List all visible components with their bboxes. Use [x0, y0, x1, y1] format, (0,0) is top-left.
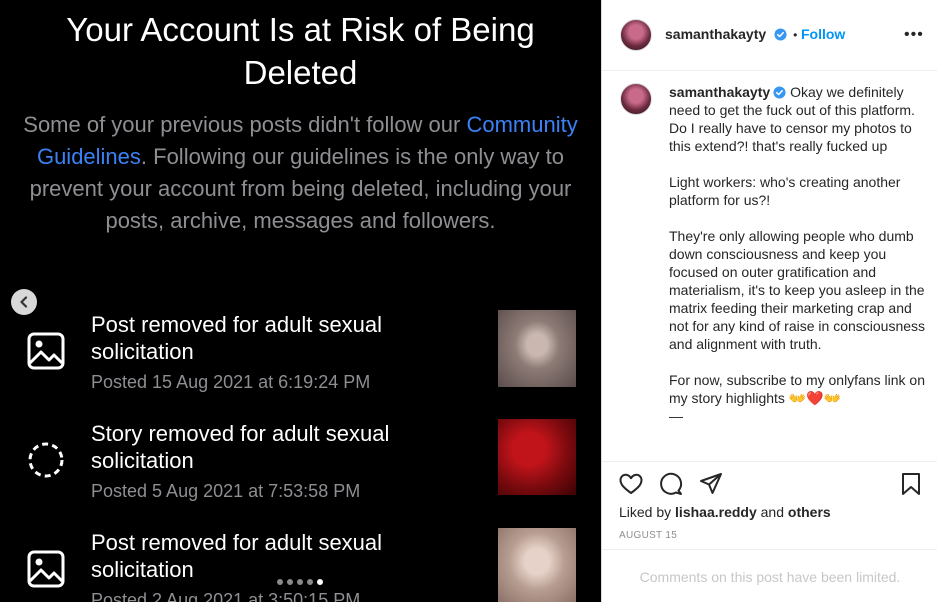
carousel-dot[interactable]: [277, 579, 283, 585]
carousel-dot-active[interactable]: [317, 579, 323, 585]
verified-badge-icon: [774, 28, 787, 41]
avatar[interactable]: [620, 19, 652, 51]
post-date: AUGUST 15: [619, 530, 678, 541]
carousel-dot[interactable]: [287, 579, 293, 585]
post-image: Your Account Is at Risk of Being Deleted…: [0, 0, 601, 602]
liked-by-user-link[interactable]: lishaa.reddy: [675, 504, 757, 520]
removed-item-thumbnail: [498, 419, 576, 495]
carousel-dot[interactable]: [297, 579, 303, 585]
follow-button[interactable]: Follow: [801, 26, 845, 42]
notice-body: Some of your previous posts didn't follo…: [18, 109, 583, 237]
removed-item-thumbnail: [498, 310, 576, 387]
image-icon: [27, 332, 65, 370]
header-separator: •: [793, 28, 798, 42]
removed-item-thumbnail: [498, 528, 576, 602]
bookmark-icon[interactable]: [898, 471, 924, 497]
verified-badge-icon: [773, 86, 786, 99]
removed-item-date: Posted 15 Aug 2021 at 6:19:24 PM: [91, 372, 371, 392]
removed-item-title: Story removed for adult sexual solicitat…: [91, 421, 390, 473]
removed-item-date: Posted 5 Aug 2021 at 7:53:58 PM: [91, 481, 361, 501]
story-ring-icon: [28, 442, 64, 478]
like-heart-icon[interactable]: [618, 471, 644, 497]
chevron-left-icon: [20, 296, 28, 308]
likes-middle: and: [756, 504, 788, 520]
header-username[interactable]: samanthakayty: [665, 26, 766, 42]
image-icon: [27, 550, 65, 588]
likes-summary: Liked by lishaa.reddy and others: [619, 504, 831, 520]
comments-limited-notice: Comments on this post have been limited.: [602, 549, 937, 604]
notice-title-line1: Your Account Is at Risk of Being: [66, 11, 535, 48]
notice-body-start: Some of your previous posts didn't follo…: [23, 112, 467, 137]
caption-username[interactable]: samanthakayty: [669, 84, 770, 100]
notice-title-line2: Deleted: [243, 54, 358, 91]
removed-item-title: Post removed for adult sexual solicitati…: [91, 530, 383, 582]
removed-item-title: Post removed for adult sexual solicitati…: [91, 312, 383, 364]
carousel-dot[interactable]: [307, 579, 313, 585]
post-actions: Liked by lishaa.reddy and others AUGUST …: [602, 461, 937, 603]
carousel-indicator: [277, 579, 323, 585]
post-header: samanthakayty • Follow •••: [602, 0, 937, 71]
comment-icon[interactable]: [658, 471, 684, 497]
caption: samanthakayty Okay we definitely need to…: [669, 83, 931, 425]
more-options-button[interactable]: •••: [904, 26, 924, 44]
removed-item-date: Posted 2 Aug 2021 at 3:50:15 PM: [91, 590, 361, 602]
caption-area: samanthakayty Okay we definitely need to…: [602, 71, 937, 461]
liked-by-others-link[interactable]: others: [788, 504, 831, 520]
post-sidebar: samanthakayty • Follow ••• samanthakayty…: [601, 0, 937, 602]
carousel-prev-button[interactable]: [11, 289, 37, 315]
header-user: samanthakayty •: [665, 26, 797, 44]
share-icon[interactable]: [698, 471, 724, 497]
likes-prefix: Liked by: [619, 504, 676, 520]
caption-avatar[interactable]: [620, 83, 652, 115]
caption-text: Okay we definitely need to get the fuck …: [669, 84, 926, 424]
